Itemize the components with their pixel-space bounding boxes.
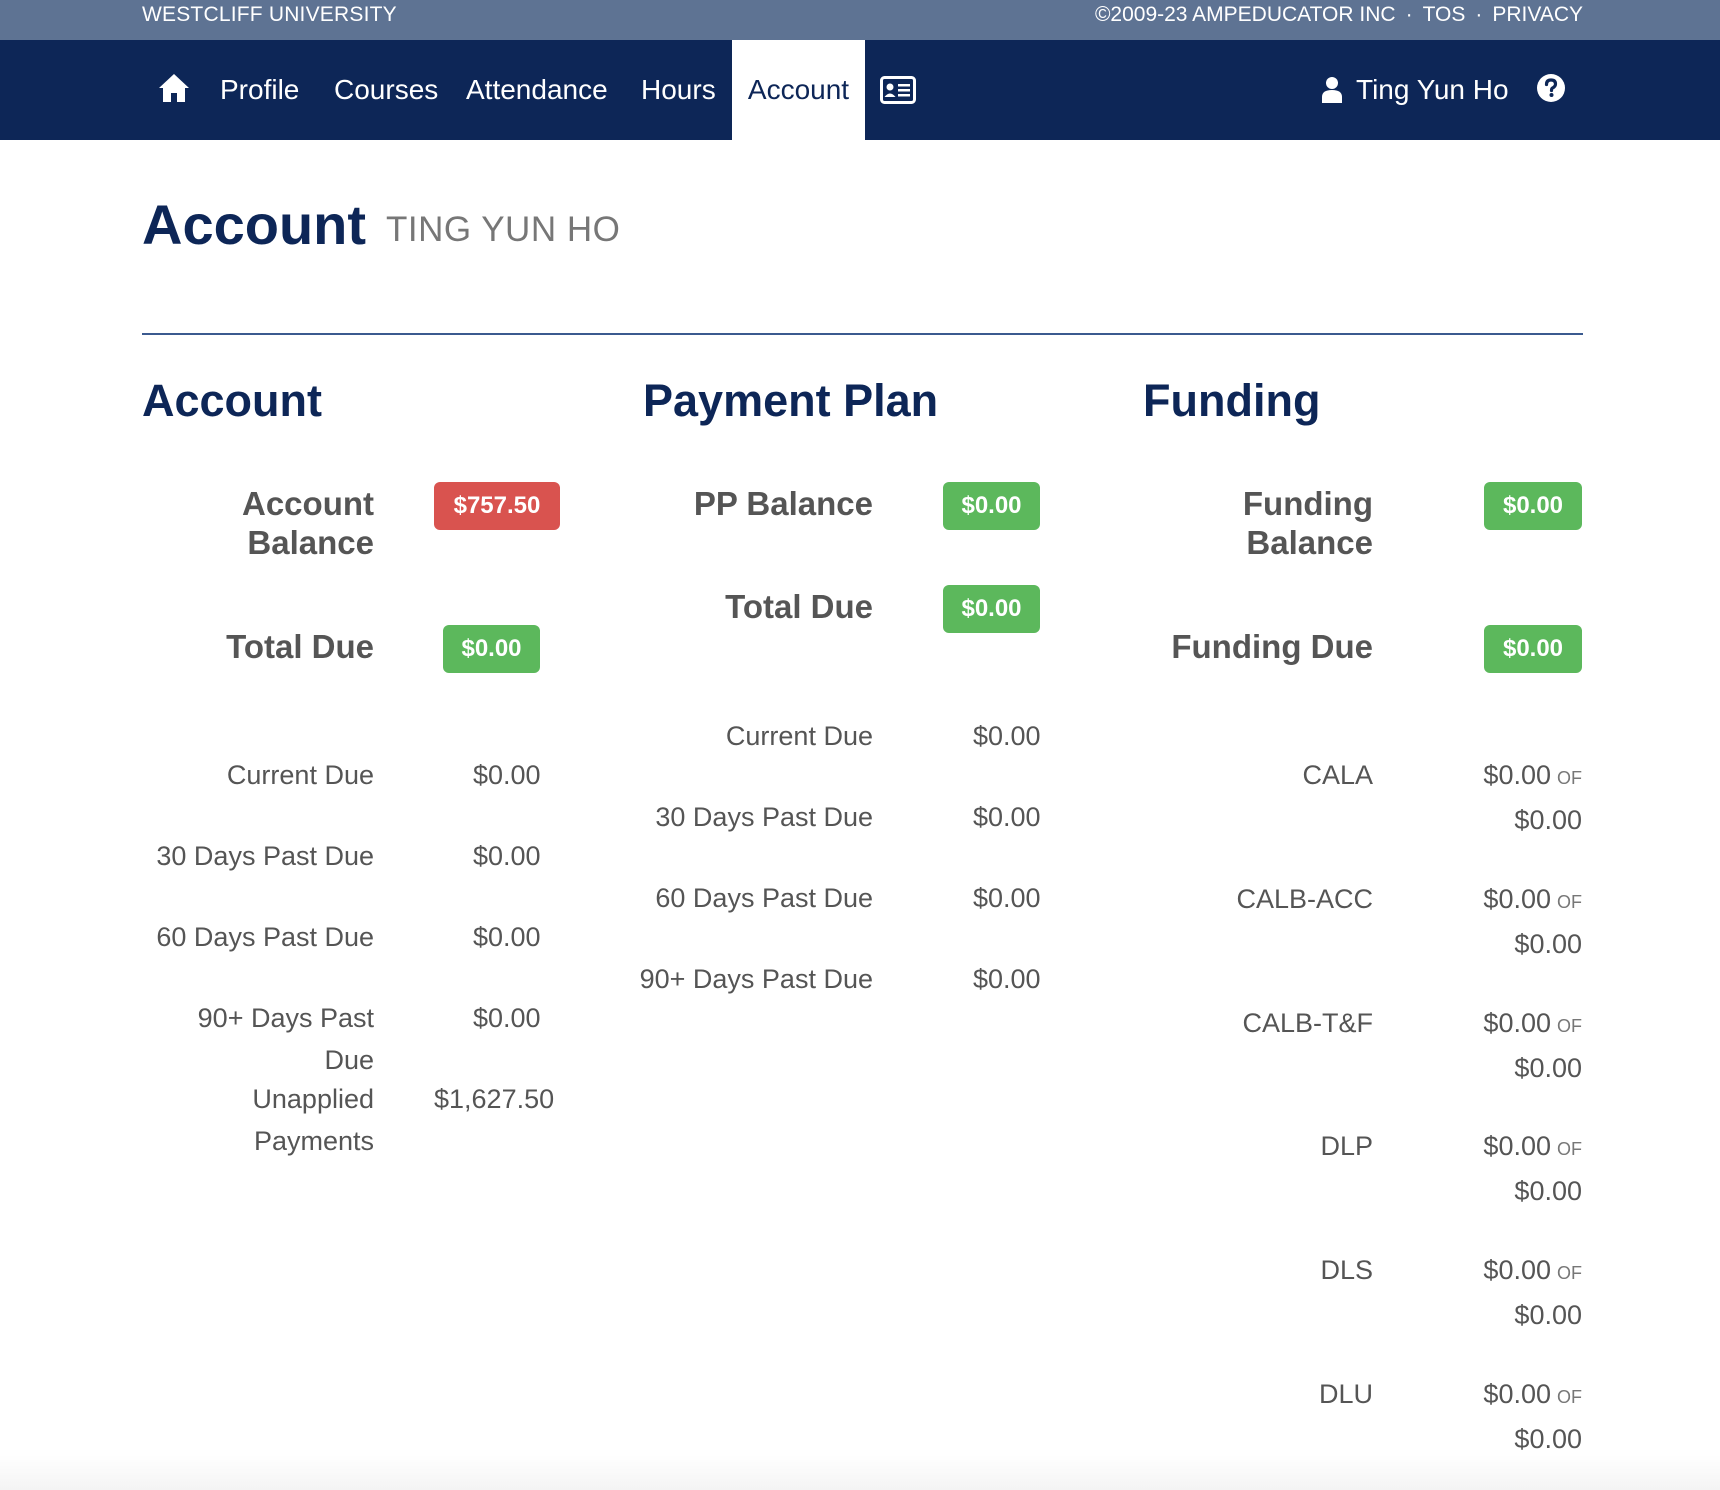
account-30-days-value: $0.00 [473,841,541,871]
nav-hours[interactable]: Hours [641,40,716,140]
of-label: OF [1557,1387,1582,1407]
pp-total-due-badge: $0.00 [943,585,1040,633]
funding-total: $0.00 [1514,1300,1582,1330]
of-label: OF [1557,892,1582,912]
account-current-due-value: $0.00 [473,760,541,790]
funding-total: $0.00 [1514,1176,1582,1206]
copyright-text: ©2009-23 AMPEDUCATOR INC [1094,3,1396,26]
user-icon [1322,77,1342,103]
separator: · [1475,3,1483,26]
header-divider [142,333,1583,335]
pp-balance-badge: $0.00 [943,482,1040,530]
top-strip: WESTCLIFF UNIVERSITY ©2009-23 AMPEDUCATO… [0,0,1720,40]
funding-source-value: $0.00 OF $0.00 [1483,1249,1582,1336]
account-balance-label-line2: Balance [247,524,374,561]
pp-total-due-label: Total Due [725,588,873,625]
school-name: WESTCLIFF UNIVERSITY [142,3,397,26]
page-title: Account [142,193,366,256]
funding-balance-label-line2: Balance [1246,524,1373,561]
of-label: OF [1557,768,1582,788]
funding-source-label: DLP [1320,1131,1373,1161]
question-circle-icon[interactable] [1536,73,1566,103]
of-label: OF [1557,1263,1582,1283]
pp-30-days-label: 30 Days Past Due [655,802,873,832]
funding-used: $0.00 [1483,760,1551,790]
unapplied-label-line2: Payments [253,1126,374,1156]
funding-balance-badge: $0.00 [1484,482,1582,530]
unapplied-label-line1: Unapplied [252,1084,374,1114]
funding-source-value: $0.00 OF $0.00 [1483,1125,1582,1212]
funding-source-label: CALA [1302,760,1373,790]
funding-used: $0.00 [1483,884,1551,914]
payment-plan-heading: Payment Plan [643,375,939,426]
of-label: OF [1557,1139,1582,1159]
funding-source-value: $0.00 OF $0.00 [1483,878,1582,965]
account-90-days-label: 90+ Days Past Due [197,1003,374,1075]
privacy-link[interactable]: PRIVACY [1492,3,1583,27]
bottom-shade [0,1455,1720,1490]
account-30-days-label: 30 Days Past Due [156,841,374,871]
funding-source-value: $0.00 OF $0.00 [1483,1373,1582,1460]
pp-90-days-label: 90+ Days Past Due [639,964,873,994]
funding-used: $0.00 [1483,1379,1551,1409]
nav-courses[interactable]: Courses [334,40,438,140]
unapplied-payments-label: Unapplied Payments [142,1078,374,1162]
funding-source-value: $0.00 OF $0.00 [1483,1002,1582,1089]
funding-due-badge: $0.00 [1484,625,1582,673]
separator: · [1405,3,1413,26]
funding-source-value: $0.00 OF $0.00 [1483,754,1582,841]
funding-used: $0.00 [1483,1131,1551,1161]
footer-links: ©2009-23 AMPEDUCATOR INC · TOS · PRIVACY [1095,3,1583,27]
funding-source-label: CALB-ACC [1236,884,1373,914]
of-label: OF [1557,1016,1582,1036]
pp-30-days-value: $0.00 [973,802,1041,832]
nav-account[interactable]: Account [732,40,865,140]
funding-heading: Funding [1143,375,1321,426]
account-60-days-label: 60 Days Past Due [156,922,374,952]
account-balance-label: Account Balance [142,484,374,562]
tos-link[interactable]: TOS [1423,3,1466,27]
funding-used: $0.00 [1483,1008,1551,1038]
pp-current-due-label: Current Due [725,721,873,751]
funding-total: $0.00 [1514,929,1582,959]
account-total-due-badge: $0.00 [443,625,540,673]
funding-used: $0.00 [1483,1255,1551,1285]
main-navbar: Profile Courses Attendance Hours Account… [0,40,1720,140]
user-name[interactable]: Ting Yun Ho [1356,40,1509,140]
funding-source-label: CALB-T&F [1242,1008,1373,1038]
pp-current-due-value: $0.00 [973,721,1041,751]
funding-source-label: DLU [1318,1379,1373,1409]
account-balance-badge: $757.50 [434,482,560,530]
account-heading: Account [142,375,322,426]
funding-total: $0.00 [1514,805,1582,835]
student-name: TING YUN HO [386,210,621,249]
funding-total: $0.00 [1514,1424,1582,1454]
nav-profile[interactable]: Profile [220,40,299,140]
account-total-due-label: Total Due [226,628,374,665]
account-current-due-label: Current Due [226,760,374,790]
account-balance-label-line1: Account [242,485,374,522]
funding-total: $0.00 [1514,1053,1582,1083]
pp-balance-label: PP Balance [693,485,873,522]
funding-source-label: DLS [1320,1255,1373,1285]
account-60-days-value: $0.00 [473,922,541,952]
id-card-icon[interactable] [880,75,916,105]
pp-90-days-value: $0.00 [973,964,1041,994]
nav-attendance[interactable]: Attendance [466,40,608,140]
funding-balance-label-line1: Funding [1242,485,1373,522]
funding-due-label: Funding Due [1171,628,1373,665]
unapplied-payments-value: $1,627.50 [434,1084,555,1114]
funding-balance-label: Funding Balance [1100,484,1373,562]
home-icon[interactable] [157,71,191,105]
pp-60-days-value: $0.00 [973,883,1041,913]
pp-60-days-label: 60 Days Past Due [655,883,873,913]
account-90-days-value: $0.00 [473,1003,541,1033]
